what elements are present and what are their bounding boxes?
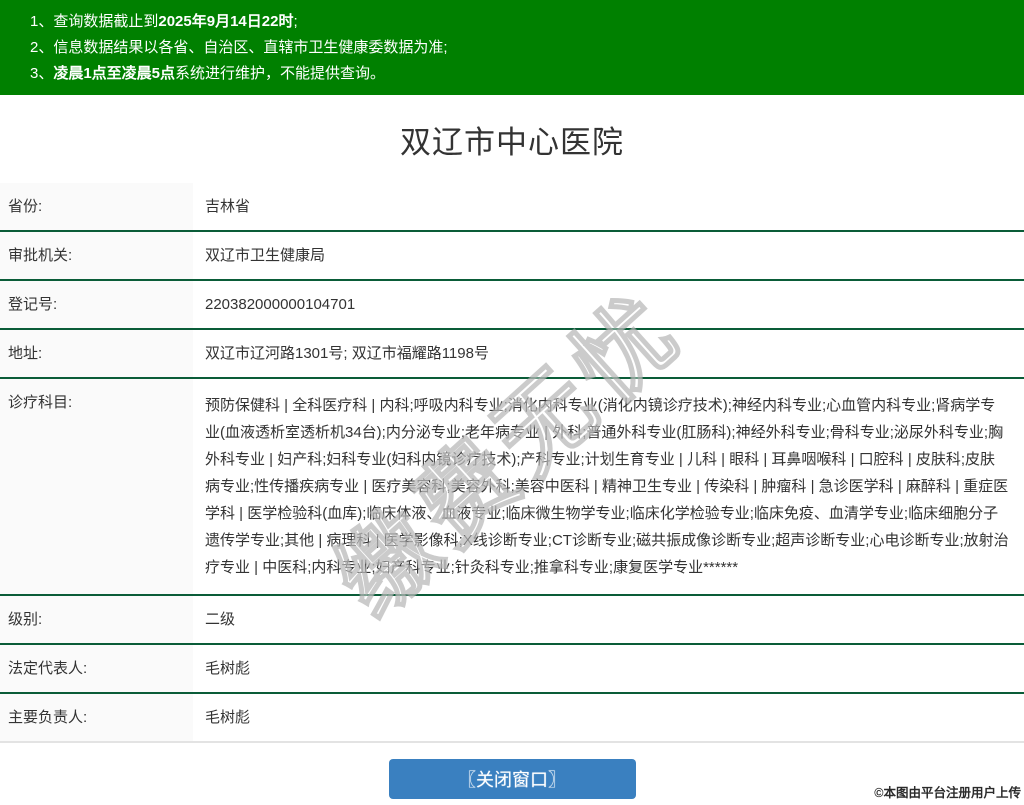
notice-number: 1、	[30, 13, 53, 30]
row-value: 预防保健科 | 全科医疗科 | 内科;呼吸内科专业;消化内科专业(消化内镜诊疗技…	[193, 379, 1024, 594]
row-label: 法定代表人:	[0, 645, 193, 692]
title-area: 双辽市中心医院	[0, 95, 1024, 183]
page-title: 双辽市中心医院	[400, 117, 624, 162]
notice-line: 2、信息数据结果以各省、自治区、直辖市卫生健康委数据为准;	[30, 35, 1014, 61]
table-row-approval-authority: 审批机关: 双辽市卫生健康局	[0, 232, 1024, 281]
row-label: 地址:	[0, 330, 193, 377]
row-label: 省份:	[0, 183, 193, 230]
row-label: 主要负责人:	[0, 694, 193, 741]
row-value: 双辽市卫生健康局	[193, 232, 1024, 279]
hospital-detail-table: 省份: 吉林省 审批机关: 双辽市卫生健康局 登记号: 220382000000…	[0, 183, 1024, 743]
row-value: 毛树彪	[193, 694, 1024, 741]
close-window-button[interactable]: 〖关闭窗口〗	[389, 759, 636, 799]
row-value: 220382000000104701	[193, 281, 1024, 328]
table-row-registration-number: 登记号: 220382000000104701	[0, 281, 1024, 330]
notice-text: 系统进行维护，不能提供查询。	[175, 65, 385, 82]
table-row-address: 地址: 双辽市辽河路1301号; 双辽市福耀路1198号	[0, 330, 1024, 379]
attribution-note: ©本图由平台注册用户上传	[874, 782, 1021, 801]
notice-line: 3、凌晨1点至凌晨5点系统进行维护，不能提供查询。	[30, 61, 1014, 87]
notice-text-bold: 2025年9月14日22时	[158, 13, 293, 30]
notice-text: 查询数据截止到	[53, 13, 158, 30]
row-label: 诊疗科目:	[0, 379, 193, 594]
row-label: 审批机关:	[0, 232, 193, 279]
notice-text-bold: 凌晨1点至凌晨5点	[53, 65, 175, 82]
table-row-person-in-charge: 主要负责人: 毛树彪	[0, 694, 1024, 743]
notice-text: ;	[293, 13, 297, 30]
notice-number: 3、	[30, 65, 53, 82]
notice-number: 2、	[30, 39, 53, 56]
row-label: 登记号:	[0, 281, 193, 328]
notice-line: 1、查询数据截止到2025年9月14日22时;	[30, 9, 1014, 35]
row-value: 二级	[193, 596, 1024, 643]
table-row-legal-representative: 法定代表人: 毛树彪	[0, 645, 1024, 694]
table-row-medical-departments: 诊疗科目: 预防保健科 | 全科医疗科 | 内科;呼吸内科专业;消化内科专业(消…	[0, 379, 1024, 596]
button-area: 〖关闭窗口〗	[0, 759, 1024, 799]
row-value: 毛树彪	[193, 645, 1024, 692]
table-row-province: 省份: 吉林省	[0, 183, 1024, 232]
row-label: 级别:	[0, 596, 193, 643]
row-value: 双辽市辽河路1301号; 双辽市福耀路1198号	[193, 330, 1024, 377]
row-value: 吉林省	[193, 183, 1024, 230]
table-row-level: 级别: 二级	[0, 596, 1024, 645]
notice-text: 信息数据结果以各省、自治区、直辖市卫生健康委数据为准;	[53, 39, 447, 56]
notice-banner: 1、查询数据截止到2025年9月14日22时; 2、信息数据结果以各省、自治区、…	[0, 0, 1024, 95]
